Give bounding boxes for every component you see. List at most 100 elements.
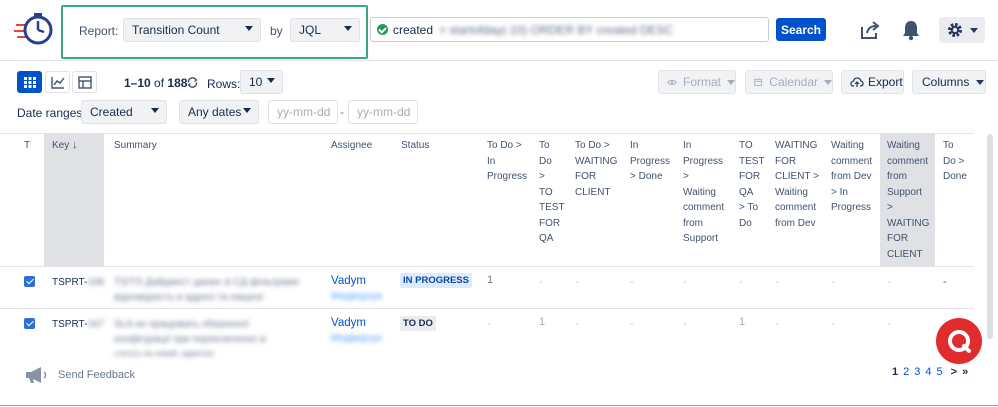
column-header-inprogress-waitingsupport[interactable]: In Progress > Waiting comment from Support xyxy=(683,138,724,247)
search-button[interactable]: Search xyxy=(776,18,826,41)
chevron-down-icon xyxy=(243,108,251,113)
assignee-surname[interactable]: Медведчук xyxy=(331,333,382,344)
export-label: Export xyxy=(868,75,903,89)
issue-key-prefix: TSPRT- xyxy=(52,319,88,330)
column-header-line: To xyxy=(943,140,954,151)
row-checkbox[interactable] xyxy=(24,276,35,287)
bell-icon[interactable] xyxy=(902,19,920,41)
calendar-button[interactable]: Calendar xyxy=(745,70,833,94)
column-header-waitingclient-waitingdev[interactable]: WAITING FOR CLIENT > Waiting comment from Dev xyxy=(775,138,819,231)
assignee-surname[interactable]: Медведчук xyxy=(331,291,382,302)
column-header-todo-inprogress[interactable]: To Do > In Progress xyxy=(487,138,527,185)
column-header-inprogress-done[interactable]: In Progress > Done xyxy=(630,138,670,185)
issue-key[interactable]: TSPRT-168 xyxy=(52,277,104,288)
column-header-line: To xyxy=(539,140,550,151)
column-header-line: > In xyxy=(831,186,848,198)
assignee-name[interactable]: Vadym xyxy=(331,275,366,287)
column-header-waitingdev-inprogress[interactable]: Waiting comment from Dev > In Progress xyxy=(831,138,872,216)
help-chat-button[interactable] xyxy=(936,318,982,364)
arrow-down-icon: ↓ xyxy=(72,139,78,151)
issue-key[interactable]: TSPRT-167 xyxy=(52,319,104,330)
calendar-icon xyxy=(754,78,763,86)
page-link-4[interactable]: 4 xyxy=(925,366,931,378)
column-header-todo-done[interactable]: To Do > Done xyxy=(943,138,967,185)
range-start: 1–10 xyxy=(124,76,151,90)
column-header-line: WAITING xyxy=(575,155,618,167)
grid-icon xyxy=(24,77,36,88)
page-link-5[interactable]: 5 xyxy=(937,366,943,378)
column-header-line: FOR xyxy=(739,171,761,182)
line-chart-icon xyxy=(51,77,65,89)
summary-line[interactable]: відповідність в адресі та нащені xyxy=(114,292,263,303)
settings-button[interactable] xyxy=(939,17,985,43)
columns-button[interactable]: Columns xyxy=(912,70,986,94)
header-bottom-border xyxy=(0,266,974,267)
jql-text: created xyxy=(393,22,434,37)
summary-line[interactable]: TS/TS Дайджест даних зі СД фільтрами xyxy=(114,277,299,288)
summary-line[interactable]: статусу на новий, адресою xyxy=(114,349,214,358)
column-header-line: Progress xyxy=(831,202,872,213)
date-to-input[interactable]: yy-mm-dd xyxy=(348,100,418,124)
column-header-assignee[interactable]: Assignee xyxy=(331,138,372,154)
date-separator: - xyxy=(340,105,344,119)
gear-icon xyxy=(948,23,962,37)
format-button[interactable]: Format xyxy=(658,70,736,94)
chart-view-button[interactable] xyxy=(45,71,70,93)
chevron-down-icon xyxy=(151,108,159,113)
date-field-select[interactable]: Created xyxy=(81,100,167,124)
page-link-3[interactable]: 3 xyxy=(914,366,920,378)
header-divider xyxy=(0,60,998,61)
summary-line[interactable]: SLA не працювать оберненої xyxy=(114,319,249,330)
column-header-line: FOR xyxy=(539,217,561,229)
cloud-upload-icon xyxy=(850,77,864,87)
next-page-link[interactable]: > xyxy=(951,366,957,378)
column-header-status[interactable]: Status xyxy=(401,138,429,154)
count-cell: - xyxy=(831,276,835,288)
refresh-icon[interactable] xyxy=(186,76,199,89)
chat-icon xyxy=(948,330,971,353)
column-header-todo-waitingforclient[interactable]: To Do > WAITING FOR CLIENT xyxy=(575,138,617,200)
count-cell: - xyxy=(887,276,891,288)
column-header-summary[interactable]: Summary xyxy=(114,138,157,154)
assignee-name[interactable]: Vadym xyxy=(331,317,366,329)
count-cell: - xyxy=(887,318,891,330)
column-header-line: TEST xyxy=(739,155,765,167)
report-type-select[interactable]: Transition Count xyxy=(123,18,261,42)
page-link-1[interactable]: 1 xyxy=(892,366,898,378)
column-header-line: > xyxy=(887,202,893,213)
app-logo-icon xyxy=(14,10,54,50)
last-page-link[interactable]: » xyxy=(962,366,968,378)
column-header-waitingsupport-waitingclient[interactable]: Waiting comment from Support > WAITING FOR CLIE… xyxy=(887,138,929,262)
total-count: 188 xyxy=(167,76,188,90)
column-header-line: CLIENT xyxy=(575,186,611,198)
calendar-label: Calendar xyxy=(769,75,818,89)
page-link-2[interactable]: 2 xyxy=(903,366,909,378)
table-view-button[interactable] xyxy=(72,71,97,93)
column-header-line: from xyxy=(683,217,703,229)
row-checkbox[interactable] xyxy=(24,318,35,329)
jql-input[interactable]: created > startofday(-10) ORDER BY creat… xyxy=(370,17,769,42)
rows-select[interactable]: 10 xyxy=(240,70,283,94)
column-header-type[interactable]: T xyxy=(24,138,30,154)
date-preset-select[interactable]: Any dates xyxy=(179,100,259,124)
date-from-placeholder: yy-mm-dd xyxy=(277,105,331,119)
date-from-input[interactable]: yy-mm-dd xyxy=(268,100,338,124)
share-icon[interactable] xyxy=(859,20,881,40)
grid-view-button[interactable] xyxy=(17,71,42,93)
count-cell: 1 xyxy=(539,316,546,328)
table-icon xyxy=(78,76,92,89)
report-label: Report: xyxy=(79,24,119,38)
column-header-todo-totestforqa[interactable]: To Do > TO TEST FOR QA xyxy=(539,138,565,247)
column-header-line: WAITING xyxy=(775,140,818,151)
count-cell: - xyxy=(575,318,579,330)
column-header-line: TO xyxy=(539,186,553,198)
column-header-line: Done xyxy=(943,171,967,182)
column-header-key[interactable]: Key ↓ xyxy=(52,138,78,154)
export-button[interactable]: Export xyxy=(841,70,904,94)
count-cell: 1 xyxy=(487,274,494,286)
summary-line[interactable]: конфігурації при переключенні зі xyxy=(114,334,266,345)
vertical-scrollbar[interactable] xyxy=(987,134,993,339)
send-feedback-link[interactable]: Send Feedback xyxy=(24,366,135,384)
source-select[interactable]: JQL xyxy=(290,18,360,42)
column-header-totestforqa-todo[interactable]: TO TEST FOR QA > To Do xyxy=(739,138,765,231)
